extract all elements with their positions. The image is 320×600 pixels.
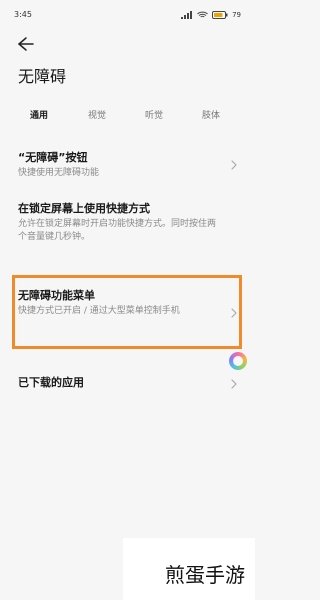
status-bar: 3:45 79: [0, 0, 255, 24]
battery-icon: [212, 11, 228, 19]
tab-vision[interactable]: 视觉: [88, 108, 106, 124]
setting-title: 无障碍功能菜单: [18, 289, 95, 302]
battery-percentage: 79: [232, 11, 241, 19]
setting-title: 已下载的应用: [18, 376, 84, 389]
setting-description: 允许在锁定屏幕时开启功能快捷方式。同时按住两个音量键几秒钟。: [18, 219, 217, 242]
page-title: 无障碍: [18, 67, 67, 86]
setting-title: 在锁定屏幕上使用快捷方式: [18, 202, 150, 215]
tab-physical[interactable]: 肢体: [202, 108, 220, 124]
chevron-right-icon: [231, 308, 237, 318]
chevron-right-icon: [231, 379, 237, 389]
chevron-right-icon: [231, 160, 237, 170]
floating-ball-icon[interactable]: [229, 352, 247, 370]
watermark-text: 煎蛋手游: [165, 563, 245, 587]
back-arrow-icon: [18, 37, 34, 51]
signal-icon: [181, 11, 193, 19]
setting-description: 快捷使用无障碍功能: [18, 168, 100, 178]
accessibility-menu-setting[interactable]: 无障碍功能菜单 快捷方式已开启 / 通过大型菜单控制手机: [0, 288, 255, 348]
watermark: 煎蛋手游: [123, 538, 255, 600]
setting-description: 快捷方式已开启 / 通过大型菜单控制手机: [18, 306, 180, 316]
tab-hearing[interactable]: 听觉: [145, 108, 163, 124]
status-time: 3:45: [14, 10, 32, 19]
back-button[interactable]: [16, 36, 36, 52]
setting-title: “无障碍”按钮: [18, 151, 88, 164]
status-icons: 79: [181, 9, 241, 21]
downloaded-apps-setting[interactable]: 已下载的应用: [0, 375, 255, 393]
tab-general[interactable]: 通用: [30, 108, 48, 124]
accessibility-button-setting[interactable]: “无障碍”按钮 快捷使用无障碍功能: [0, 150, 255, 186]
wifi-icon: [197, 11, 208, 19]
tab-bar: 通用 视觉 听觉 肢体: [0, 108, 255, 126]
lock-screen-shortcut-setting[interactable]: 在锁定屏幕上使用快捷方式 允许在锁定屏幕时开启功能快捷方式。同时按住两个音量键几…: [0, 201, 255, 249]
